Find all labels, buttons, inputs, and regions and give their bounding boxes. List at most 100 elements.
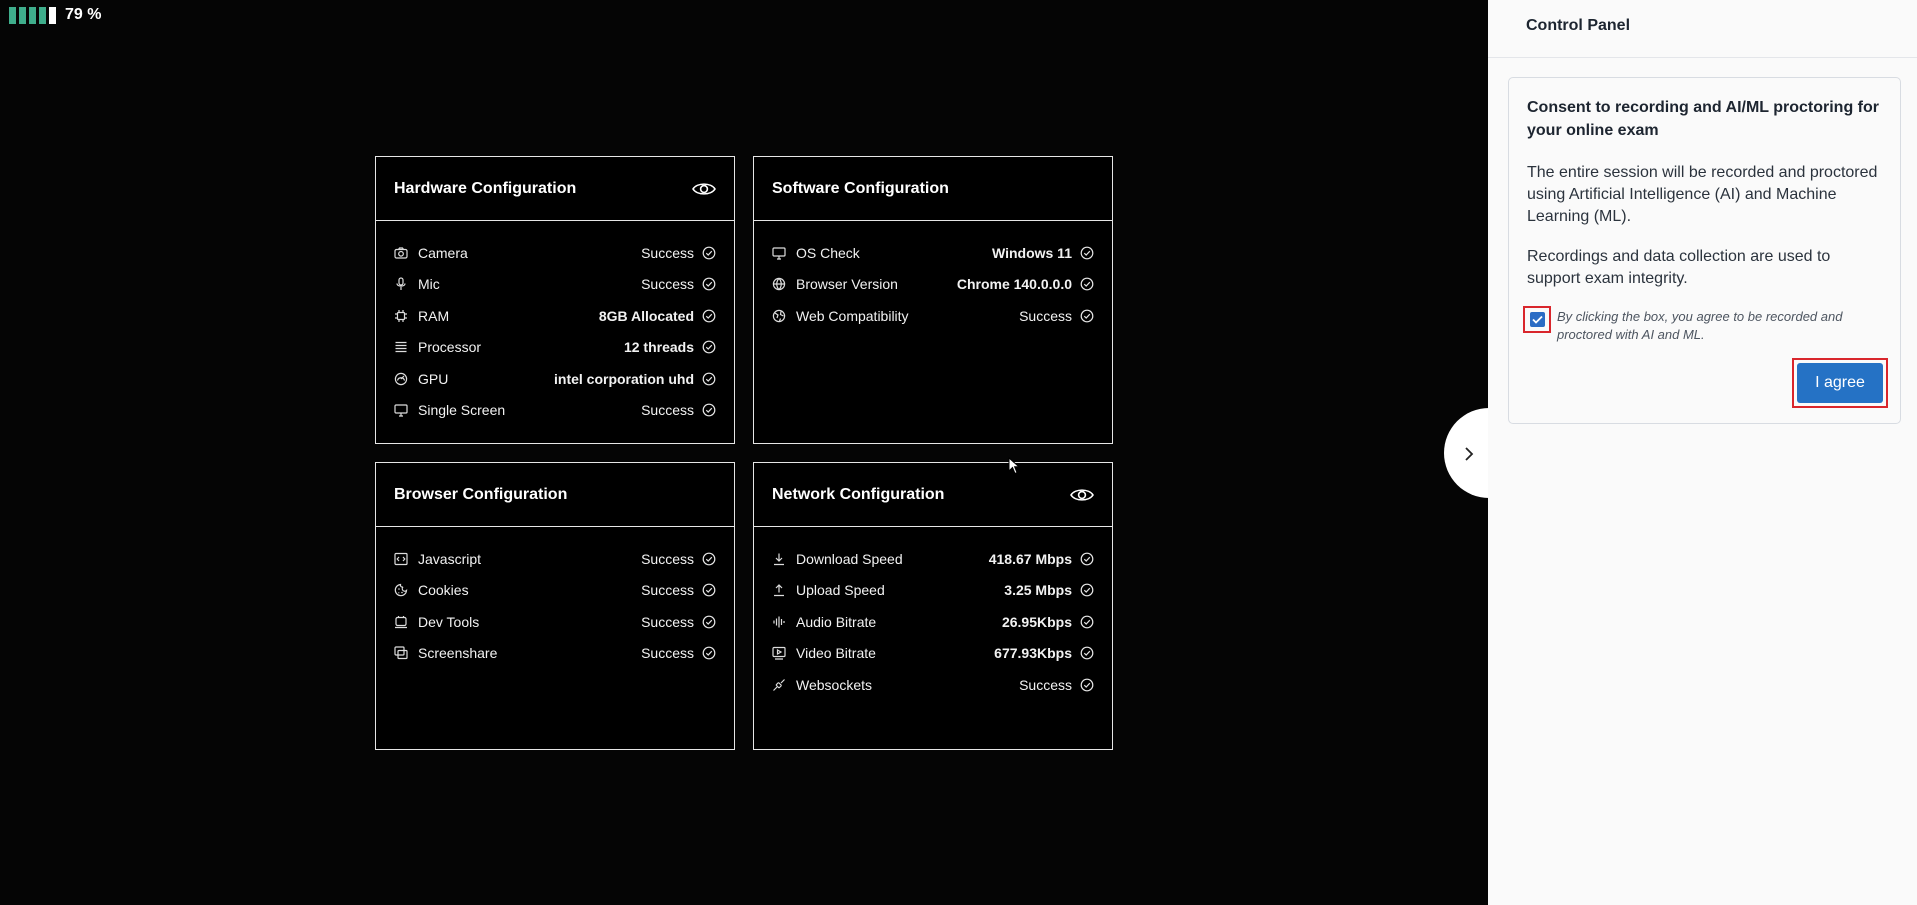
check-circle-icon [1080, 277, 1094, 291]
status-row-screenshare: Screenshare Success [394, 638, 716, 670]
battery-percent: 79 % [65, 6, 102, 23]
checkbox-label: By clicking the box, you agree to be rec… [1557, 309, 1843, 342]
camera-icon [394, 246, 408, 260]
status-row-upload-speed: Upload Speed 3.25 Mbps [772, 575, 1094, 607]
cookie-icon [394, 583, 408, 597]
row-label: OS Check [796, 244, 860, 261]
audio-icon [772, 615, 786, 629]
web-icon [772, 309, 786, 323]
status-row-javascript: Javascript Success [394, 543, 716, 575]
check-circle-icon [1080, 678, 1094, 692]
globe-icon [772, 277, 786, 291]
row-label: Mic [418, 276, 440, 293]
row-label: Single Screen [418, 402, 506, 419]
check-circle-icon [702, 615, 716, 629]
row-label: Processor [418, 339, 482, 356]
rows: Javascript Success Cookies Success Dev Tools… [376, 527, 734, 669]
check-circle-icon [1080, 615, 1094, 629]
check-circle-icon [702, 340, 716, 354]
row-label: Upload Speed [796, 582, 885, 599]
eye-icon[interactable] [692, 181, 716, 197]
status-row-web-compatibility: Web Compatibility Success [772, 300, 1094, 332]
agree-button[interactable]: I agree [1797, 363, 1883, 403]
status-row-mic: Mic Success [394, 269, 716, 301]
check-circle-icon [702, 277, 716, 291]
screenshare-icon [394, 646, 408, 660]
check-circle-icon [702, 552, 716, 566]
row-value: 12 threads [623, 339, 694, 356]
row-value: Success [641, 276, 694, 293]
check-circle-icon [1080, 309, 1094, 323]
row-label: RAM [418, 307, 450, 324]
battery-segment [49, 6, 56, 24]
check-circle-icon [1080, 246, 1094, 260]
checkbox-checked-icon [1529, 312, 1545, 327]
processor-icon [394, 340, 408, 354]
control-panel: Control Panel Consent to recording and A… [1488, 0, 1917, 905]
check-circle-icon [702, 246, 716, 260]
consent-paragraph: Recordings and data collection are used … [1527, 248, 1831, 287]
row-label: Camera [418, 244, 468, 261]
row-value: Success [1019, 676, 1072, 693]
monitor-icon [394, 403, 408, 417]
consent-title: Consent to recording and AI/ML proctorin… [1527, 99, 1879, 139]
status-row-cookies: Cookies Success [394, 575, 716, 607]
card-title: Network Configuration [772, 485, 945, 503]
row-value: Chrome 140.0.0.0 [956, 276, 1072, 293]
consent-checkbox[interactable] [1523, 306, 1551, 333]
row-value: 3.25 Mbps [1004, 582, 1072, 599]
check-circle-icon [702, 309, 716, 323]
mouse-cursor-icon [1008, 457, 1020, 475]
row-label: Websockets [796, 676, 872, 693]
rows: Camera Success Mic Success RAM 8GB Allocated P… [376, 221, 734, 426]
status-row-audio-bitrate: Audio Bitrate 26.95Kbps [772, 606, 1094, 638]
row-value: 677.93Kbps [994, 645, 1072, 662]
card-title: Browser Configuration [394, 485, 568, 503]
check-circle-icon [1080, 552, 1094, 566]
row-label: Javascript [418, 550, 482, 567]
agree-button-highlight: I agree [1792, 358, 1888, 408]
battery-segment [9, 6, 16, 24]
download-icon [772, 552, 786, 566]
upload-icon [772, 583, 786, 597]
battery-indicator: 79 % [9, 6, 101, 24]
row-value: Success [641, 613, 694, 630]
row-value: Success [1019, 307, 1072, 324]
check-circle-icon [702, 403, 716, 417]
status-row-browser-version: Browser Version Chrome 140.0.0.0 [772, 269, 1094, 301]
check-circle-icon [702, 646, 716, 660]
row-value: Success [641, 402, 694, 419]
monitor-icon [772, 246, 786, 260]
consent-card: Consent to recording and AI/ML proctorin… [1508, 77, 1901, 424]
status-row-dev-tools: Dev Tools Success [394, 606, 716, 638]
plug-icon [772, 678, 786, 692]
status-row-download-speed: Download Speed 418.67 Mbps [772, 543, 1094, 575]
video-icon [772, 646, 786, 660]
check-circle-icon [702, 372, 716, 386]
network-card: Network Configuration Download Speed 418.… [753, 462, 1113, 750]
chevron-right-icon [1465, 447, 1474, 461]
row-label: GPU [418, 370, 449, 387]
row-label: Audio Bitrate [796, 613, 877, 630]
status-row-camera: Camera Success [394, 237, 716, 269]
rows: OS Check Windows 11 Browser Version Chrome … [754, 221, 1112, 332]
row-label: Dev Tools [418, 613, 480, 630]
battery-segment [29, 6, 36, 24]
status-row-websockets: Websockets Success [772, 669, 1094, 701]
status-row-single-screen: Single Screen Success [394, 395, 716, 427]
row-value: 418.67 Mbps [988, 550, 1072, 567]
gpu-icon [394, 372, 408, 386]
row-label: Cookies [418, 582, 469, 599]
mic-icon [394, 277, 408, 291]
row-label: Browser Version [796, 276, 898, 293]
chip-icon [394, 309, 408, 323]
row-value: Success [641, 645, 694, 662]
row-value: Success [641, 244, 694, 261]
eye-icon[interactable] [1070, 487, 1094, 503]
status-row-video-bitrate: Video Bitrate 677.93Kbps [772, 638, 1094, 670]
battery-segment [19, 6, 26, 24]
consent-paragraph: The entire session will be recorded and … [1527, 164, 1878, 225]
battery-segment [39, 6, 46, 24]
software-card: Software Configuration OS Check Windows 1… [753, 156, 1113, 444]
devtools-icon [394, 615, 408, 629]
